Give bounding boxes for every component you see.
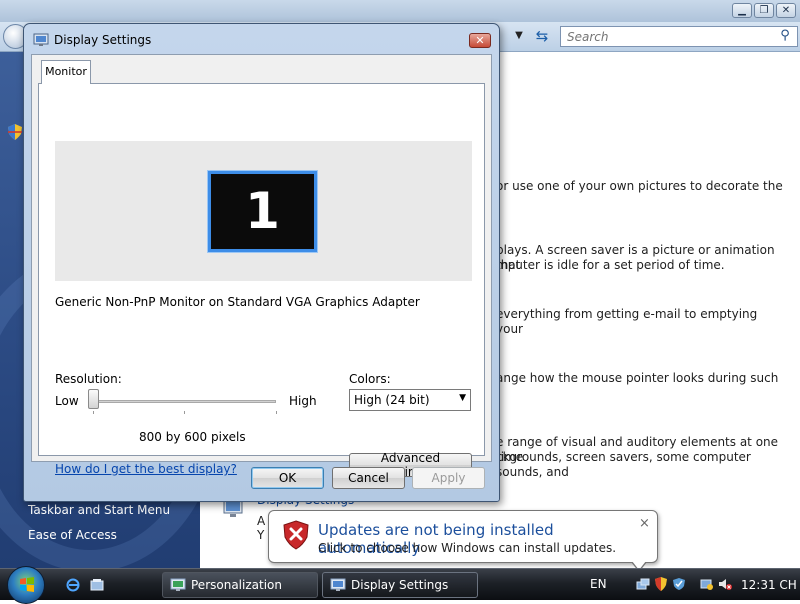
resolution-label: Resolution: xyxy=(55,372,122,386)
display-settings-dialog: Display Settings ✕ Monitor 1 Generic Non… xyxy=(23,23,500,502)
sidebar-link-taskbar[interactable]: Taskbar and Start Menu xyxy=(28,503,170,517)
theme-description-line2: ckgrounds, screen savers, some computer … xyxy=(496,450,751,479)
system-clock[interactable]: 12:31 CH xyxy=(741,578,797,592)
tab-monitor[interactable]: Monitor xyxy=(41,60,91,84)
taskbar: Personalization Display Settings EN 12:3… xyxy=(0,566,800,604)
minimize-button[interactable]: ▁ xyxy=(732,3,752,18)
taskbar-item-personalization[interactable]: Personalization xyxy=(162,572,318,598)
uac-shield-icon xyxy=(8,124,22,140)
apply-button[interactable]: Apply xyxy=(412,467,485,489)
resolution-slider-track[interactable] xyxy=(93,400,276,403)
ok-button[interactable]: OK xyxy=(251,467,324,489)
maximize-button[interactable]: ❐ xyxy=(754,3,774,18)
desktop-background-description: or use one of your own pictures to decor… xyxy=(496,179,783,193)
notification-close-icon[interactable]: × xyxy=(639,516,650,531)
resolution-value: 800 by 600 pixels xyxy=(139,430,246,444)
slider-tick xyxy=(276,411,277,414)
taskbar-item-label: Display Settings xyxy=(351,578,449,592)
taskbar-item-display-settings[interactable]: Display Settings xyxy=(322,572,478,598)
network-icon[interactable] xyxy=(636,577,650,591)
resolution-slider-thumb[interactable] xyxy=(87,389,99,409)
slider-tick xyxy=(93,411,94,414)
slider-tick xyxy=(184,411,185,414)
colors-dropdown[interactable]: High (24 bit) ▼ xyxy=(349,389,471,411)
monitor-preview-area: 1 xyxy=(55,141,472,281)
taskbar-item-label: Personalization xyxy=(191,578,282,592)
best-display-help-link[interactable]: How do I get the best display? xyxy=(55,462,237,476)
screen-saver-description-line2: mputer is idle for a set period of time. xyxy=(496,258,725,272)
colors-label: Colors: xyxy=(349,372,391,386)
windows-defender-icon[interactable] xyxy=(672,577,686,591)
mouse-pointers-description: ange how the mouse pointer looks during … xyxy=(496,371,779,385)
personalization-icon xyxy=(170,578,186,591)
address-dropdown-icon[interactable]: ▼ xyxy=(508,25,530,47)
start-button[interactable] xyxy=(7,566,45,604)
monitor-1-preview[interactable]: 1 xyxy=(208,171,317,252)
dialog-close-button[interactable]: ✕ xyxy=(469,33,491,48)
search-input[interactable] xyxy=(561,27,773,46)
colors-selected-value: High (24 bit) xyxy=(354,393,430,407)
refresh-icon[interactable]: ⇆ xyxy=(531,25,553,47)
sidebar-link-ease-of-access[interactable]: Ease of Access xyxy=(28,528,117,542)
security-center-icon[interactable] xyxy=(654,577,668,591)
windows-logo-icon xyxy=(20,577,34,592)
window-titlebar: ▁ ❐ ✕ xyxy=(0,0,800,22)
monitor-tab-panel: 1 Generic Non-PnP Monitor on Standard VG… xyxy=(38,83,485,479)
resolution-high-label: High xyxy=(289,394,317,408)
dialog-body: Monitor 1 Generic Non-PnP Monitor on Sta… xyxy=(31,54,492,479)
search-icon[interactable]: ⚲ xyxy=(777,28,793,44)
display-settings-icon xyxy=(330,578,346,591)
language-indicator[interactable]: EN xyxy=(590,577,607,591)
notification-text: Click to choose how Windows can install … xyxy=(318,541,617,555)
close-window-button[interactable]: ✕ xyxy=(776,3,796,18)
monitor-description: Generic Non-PnP Monitor on Standard VGA … xyxy=(55,295,420,309)
security-shield-error-icon xyxy=(283,520,309,550)
network-status-icon[interactable] xyxy=(700,577,714,591)
cancel-button[interactable]: Cancel xyxy=(332,467,405,489)
dialog-title: Display Settings xyxy=(54,33,152,47)
dropdown-arrow-icon: ▼ xyxy=(459,393,466,403)
update-notification-balloon[interactable]: Updates are not being installed automati… xyxy=(268,510,658,572)
resolution-low-label: Low xyxy=(55,394,79,408)
show-desktop-icon[interactable] xyxy=(90,578,104,592)
display-settings-app-icon xyxy=(33,33,49,46)
internet-explorer-icon[interactable] xyxy=(66,578,80,592)
volume-muted-icon[interactable] xyxy=(718,577,732,591)
search-box: ⚲ xyxy=(560,26,798,47)
sounds-description: everything from getting e-mail to emptyi… xyxy=(496,307,758,336)
